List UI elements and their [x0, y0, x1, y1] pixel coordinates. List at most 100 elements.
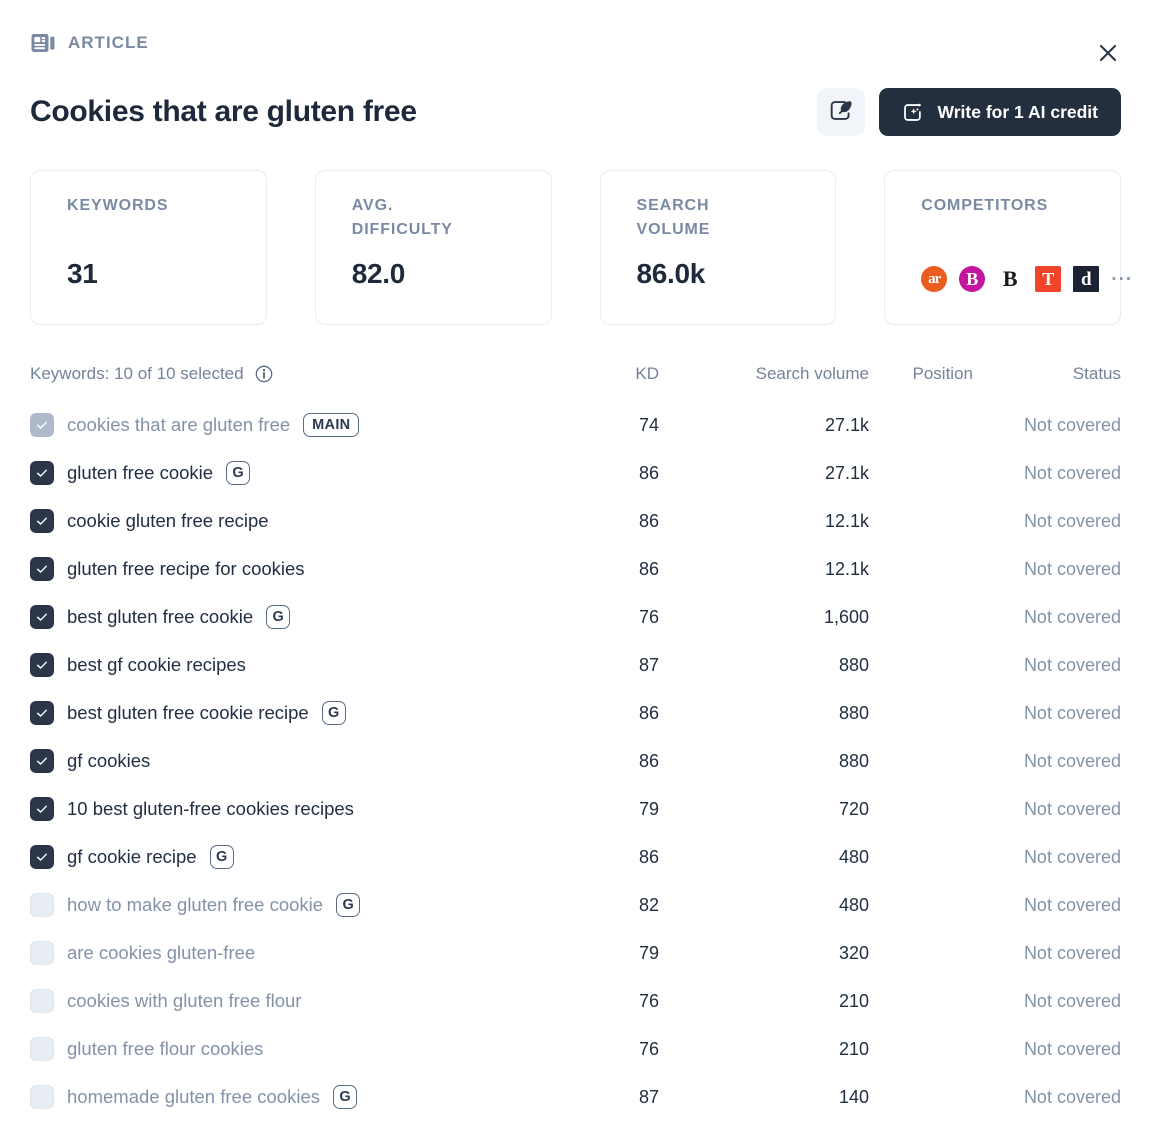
- allrecipes-favicon[interactable]: ar: [921, 266, 948, 292]
- table-row[interactable]: homemade gluten free cookies G 87 140 Not co…: [30, 1073, 1121, 1121]
- keyword-checkbox[interactable]: [30, 653, 54, 677]
- keyword-cell: gluten free recipe for cookies: [30, 557, 587, 581]
- keyword-search-volume: 12.1k: [824, 558, 869, 579]
- keyword-checkbox[interactable]: [30, 893, 54, 917]
- column-header-volume[interactable]: Search volume: [659, 364, 869, 384]
- delish-favicon[interactable]: d: [1073, 266, 1100, 292]
- keyword-search-volume: 720: [838, 798, 869, 819]
- keyword-cell: best gluten free cookie recipe G: [30, 701, 587, 725]
- table-row[interactable]: cookies that are gluten free MAIN 74 27.1k N…: [30, 401, 1121, 449]
- column-header-position[interactable]: Position: [869, 364, 973, 384]
- table-row[interactable]: best gluten free cookie G 76 1,600 Not cover…: [30, 593, 1121, 641]
- keyword-kd: 86: [638, 702, 659, 723]
- keyword-checkbox[interactable]: [30, 557, 54, 581]
- keyword-cell: best gluten free cookie G: [30, 605, 587, 629]
- table-row[interactable]: gluten free recipe for cookies 86 12.1k Not…: [30, 545, 1121, 593]
- write-manually-button[interactable]: [816, 88, 865, 136]
- keyword-checkbox[interactable]: [30, 509, 54, 533]
- table-row[interactable]: best gluten free cookie recipe G 86 880 Not …: [30, 689, 1121, 737]
- keyword-search-volume: 27.1k: [824, 462, 869, 483]
- keyword-kd: 76: [638, 606, 659, 627]
- keyword-checkbox: [30, 413, 54, 437]
- keyword-badge-g: G: [266, 605, 291, 629]
- table-row[interactable]: 10 best gluten-free cookies recipes 79 720…: [30, 785, 1121, 833]
- table-row[interactable]: gluten free flour cookies 76 210 Not covere…: [30, 1025, 1121, 1073]
- table-row[interactable]: how to make gluten free cookie G 82 480 Not …: [30, 881, 1121, 929]
- keyword-cell: how to make gluten free cookie G: [30, 893, 587, 917]
- keyword-status: Not covered: [1023, 942, 1121, 963]
- table-row[interactable]: best gf cookie recipes 87 880 Not covered: [30, 641, 1121, 689]
- table-row[interactable]: gluten free cookie G 86 27.1k Not covered: [30, 449, 1121, 497]
- keyword-badge-g: G: [332, 1085, 357, 1109]
- table-row[interactable]: cookie gluten free recipe 86 12.1k Not cove…: [30, 497, 1121, 545]
- stat-card-avg-difficulty: AVG. DIFFICULTY 82.0: [314, 170, 552, 325]
- keywords-summary: Keywords: 10 of 10 selected: [30, 364, 587, 384]
- keyword-cell: homemade gluten free cookies G: [30, 1085, 587, 1109]
- stat-value: 86.0k: [636, 258, 706, 289]
- keyword-search-volume: 320: [838, 942, 869, 963]
- keyword-cell: cookies that are gluten free MAIN: [30, 413, 587, 437]
- keyword-checkbox[interactable]: [30, 701, 54, 725]
- stat-value: 31: [67, 258, 98, 289]
- panel-eyebrow: ARTICLE: [30, 0, 1121, 62]
- keyword-label: homemade gluten free cookies: [67, 1086, 320, 1107]
- article-keywords-panel: ARTICLE Cookies that are gluten free Wri…: [0, 0, 1151, 1134]
- keyword-checkbox[interactable]: [30, 989, 54, 1013]
- keyword-kd: 86: [638, 846, 659, 867]
- keywords-table-body: cookies that are gluten free MAIN 74 27.1k N…: [30, 401, 1121, 1121]
- close-button[interactable]: [1091, 36, 1125, 70]
- competitor-favicon-list: ar B B T d ···: [921, 266, 1133, 292]
- nytimes-favicon[interactable]: T: [1035, 266, 1062, 292]
- keyword-kd: 76: [638, 990, 659, 1011]
- keyword-checkbox[interactable]: [30, 749, 54, 773]
- keyword-checkbox[interactable]: [30, 1085, 54, 1109]
- keyword-checkbox[interactable]: [30, 797, 54, 821]
- info-icon[interactable]: [255, 365, 273, 383]
- keyword-search-volume: 140: [838, 1086, 869, 1107]
- column-header-kd[interactable]: KD: [587, 364, 659, 384]
- write-for-ai-credit-button[interactable]: Write for 1 AI credit: [878, 88, 1121, 136]
- more-competitors-icon[interactable]: ···: [1111, 266, 1133, 292]
- keyword-checkbox[interactable]: [30, 605, 54, 629]
- keyword-cell: gf cookies: [30, 749, 587, 773]
- keyword-status: Not covered: [1023, 1038, 1121, 1059]
- keyword-checkbox[interactable]: [30, 461, 54, 485]
- keyword-search-volume: 480: [838, 846, 869, 867]
- keyword-search-volume: 210: [838, 1038, 869, 1059]
- keyword-kd: 86: [638, 510, 659, 531]
- keyword-kd: 86: [638, 558, 659, 579]
- eyebrow-label: ARTICLE: [68, 33, 149, 52]
- stat-label: COMPETITORS: [921, 197, 1049, 214]
- keyword-kd: 79: [638, 798, 659, 819]
- keyword-status: Not covered: [1023, 558, 1121, 579]
- quill-pen-icon: [828, 98, 853, 126]
- column-header-status[interactable]: Status: [973, 364, 1121, 384]
- stat-label: SEARCH VOLUME: [636, 197, 711, 238]
- keyword-kd: 82: [638, 894, 659, 915]
- stat-value: 82.0: [351, 258, 406, 289]
- title-actions: Write for 1 AI credit: [816, 88, 1121, 136]
- write-button-label: Write for 1 AI credit: [937, 101, 1098, 122]
- keyword-status: Not covered: [1023, 846, 1121, 867]
- table-row[interactable]: gf cookies 86 880 Not covered: [30, 737, 1121, 785]
- table-row[interactable]: are cookies gluten-free 79 320 Not covered: [30, 929, 1121, 977]
- keyword-checkbox[interactable]: [30, 941, 54, 965]
- keyword-status: Not covered: [1023, 414, 1121, 435]
- table-row[interactable]: cookies with gluten free flour 76 210 Not c…: [30, 977, 1121, 1025]
- keyword-search-volume: 880: [838, 750, 869, 771]
- keyword-kd: 86: [638, 750, 659, 771]
- keyword-cell: gluten free cookie G: [30, 461, 587, 485]
- title-row: Cookies that are gluten free Write for 1…: [30, 84, 1121, 140]
- keyword-checkbox[interactable]: [30, 845, 54, 869]
- bettycrocker-favicon[interactable]: B: [959, 266, 986, 292]
- keyword-checkbox[interactable]: [30, 1037, 54, 1061]
- close-icon: [1096, 41, 1120, 65]
- keyword-cell: gluten free flour cookies: [30, 1037, 587, 1061]
- keywords-summary-label: Keywords: 10 of 10 selected: [30, 364, 244, 383]
- bonappetit-favicon[interactable]: B: [997, 266, 1024, 292]
- keyword-label: gluten free flour cookies: [67, 1038, 264, 1059]
- table-row[interactable]: gf cookie recipe G 86 480 Not covered: [30, 833, 1121, 881]
- keyword-search-volume: 27.1k: [824, 414, 869, 435]
- page-title: Cookies that are gluten free: [30, 95, 417, 128]
- keyword-status: Not covered: [1023, 750, 1121, 771]
